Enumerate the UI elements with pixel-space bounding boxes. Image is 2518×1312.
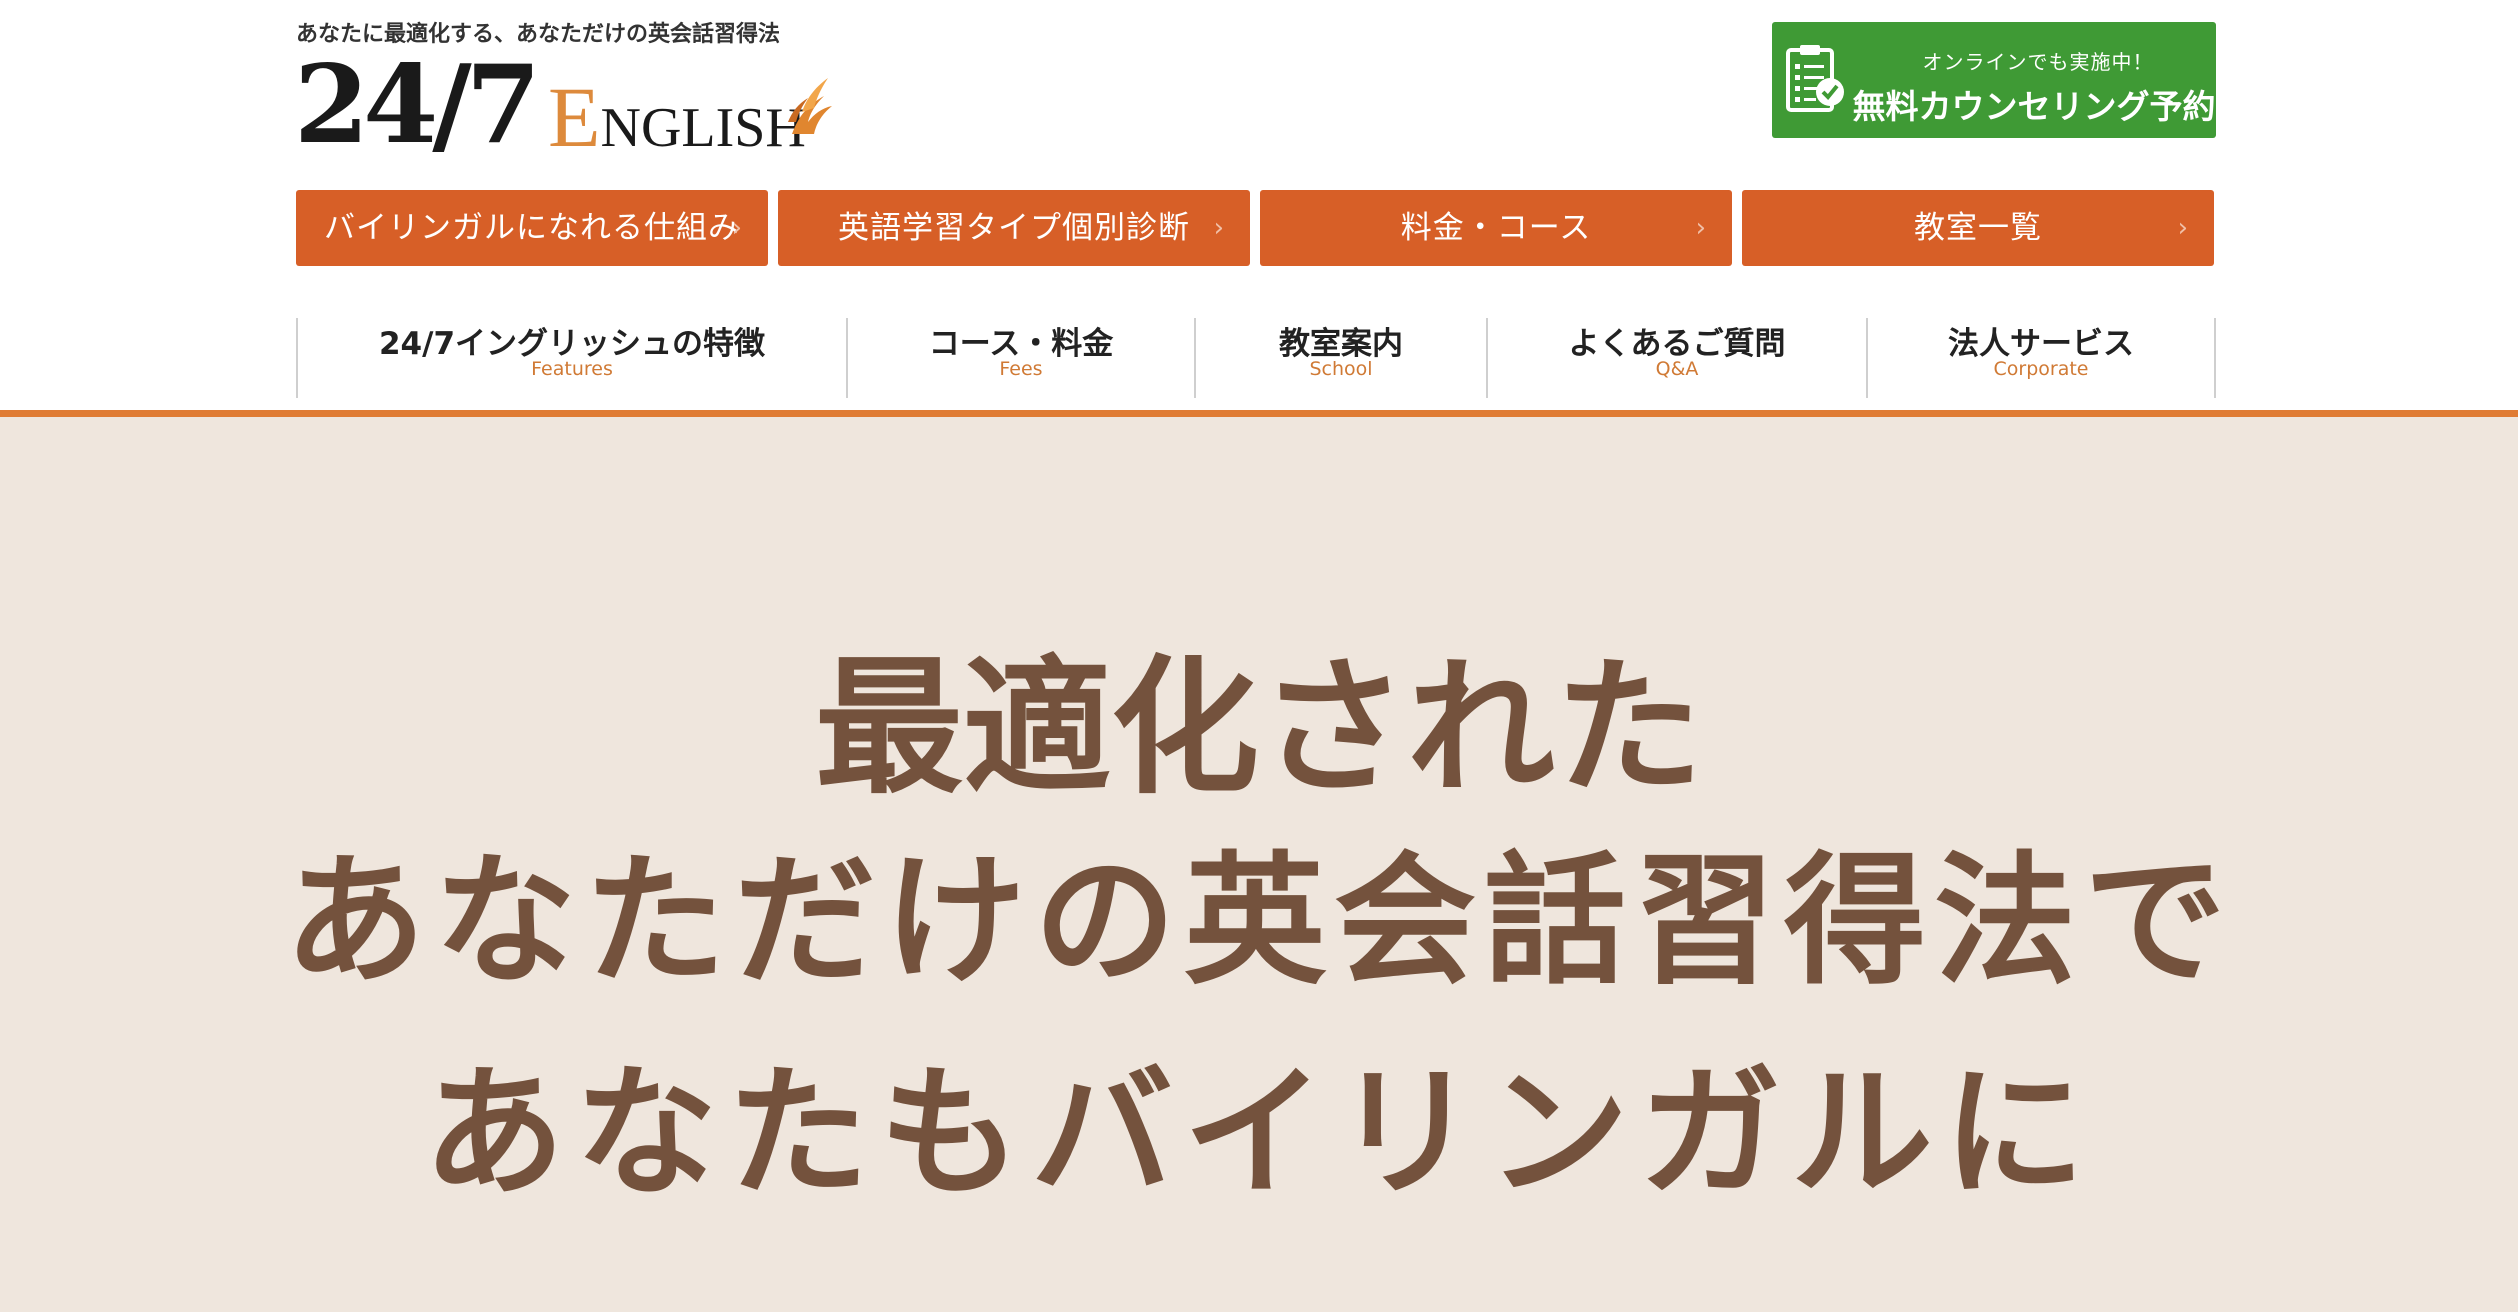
logo-wordmark: ENGLISH	[548, 62, 806, 183]
menu-item-features[interactable]: 24/7イングリッシュの特徴 Features	[298, 318, 846, 398]
chevron-right-icon: ›	[2177, 213, 2188, 243]
clipboard-check-icon	[1786, 45, 1844, 112]
menu-item-label: 教室案内	[1279, 326, 1403, 362]
menu-item-corporate[interactable]: 法人サービス Corporate	[1868, 318, 2214, 398]
menu-item-sublabel: Corporate	[1993, 358, 2089, 380]
menu-item-sublabel: Fees	[999, 358, 1043, 380]
menu-item-sublabel: Q&A	[1655, 358, 1699, 380]
chevron-right-icon: ›	[1695, 213, 1706, 243]
menu-item-label: よくあるご質問	[1568, 326, 1786, 362]
nav-button-bilingual-system[interactable]: バイリンガルになれる仕組み ›	[296, 190, 768, 266]
nav-button-label: 料金・コース	[1400, 210, 1592, 246]
menu-item-label: 法人サービス	[1948, 326, 2134, 362]
menu-item-qa[interactable]: よくあるご質問 Q&A	[1488, 318, 1866, 398]
header-divider	[0, 410, 2518, 417]
menu-item-school[interactable]: 教室案内 School	[1196, 318, 1486, 398]
flame-wing-icon	[788, 78, 832, 134]
menu-item-label: コース・料金	[928, 326, 1114, 362]
menu-item-sublabel: School	[1309, 358, 1373, 380]
nav-button-fees-courses[interactable]: 料金・コース ›	[1260, 190, 1732, 266]
menu-divider	[2214, 318, 2216, 398]
free-counseling-button[interactable]: オンラインでも実施中！ 無料カウンセリング予約	[1772, 22, 2216, 138]
nav-button-label: 教室一覧	[1914, 210, 2042, 246]
menu-item-sublabel: Features	[531, 358, 613, 380]
menu-item-fees[interactable]: コース・料金 Fees	[848, 318, 1194, 398]
logo-word-rest: NGLISH	[600, 97, 806, 159]
hero-headline-line-2: あなただけの英会話習得法で	[284, 839, 2234, 1004]
nav-button-learning-diagnosis[interactable]: 英語学習タイプ個別診断 ›	[778, 190, 1250, 266]
cta-main-label: 無料カウンセリング予約	[1852, 87, 2216, 126]
chevron-right-icon: ›	[731, 213, 742, 243]
nav-button-school-list[interactable]: 教室一覧 ›	[1742, 190, 2214, 266]
primary-nav-buttons: バイリンガルになれる仕組み › 英語学習タイプ個別診断 › 料金・コース › 教…	[296, 190, 2216, 266]
cta-sub-label: オンラインでも実施中！	[1922, 50, 2154, 74]
chevron-right-icon: ›	[1213, 213, 1224, 243]
menu-item-label: 24/7イングリッシュの特徴	[378, 326, 766, 362]
hero-headline-line-3: あなたもバイリンガルに	[423, 1051, 2095, 1216]
logo-numerals: 24/7	[294, 42, 541, 168]
nav-button-label: バイリンガルになれる仕組み	[324, 210, 740, 246]
logo-word-initial: E	[548, 69, 601, 165]
hero-section: 最適化された あなただけの英会話習得法で あなたもバイリンガルに	[0, 417, 2518, 1312]
nav-button-label: 英語学習タイプ個別診断	[838, 210, 1190, 246]
site-logo[interactable]: 24/7 ENGLISH	[294, 42, 854, 168]
hero-headline-line-1: 最適化された	[815, 642, 1703, 814]
secondary-menu: 24/7イングリッシュの特徴 Features コース・料金 Fees 教室案内…	[296, 318, 2216, 398]
site-header: あなたに最適化する、あなただけの英会話習得法 24/7 ENGLISH オンライ…	[0, 0, 2518, 410]
